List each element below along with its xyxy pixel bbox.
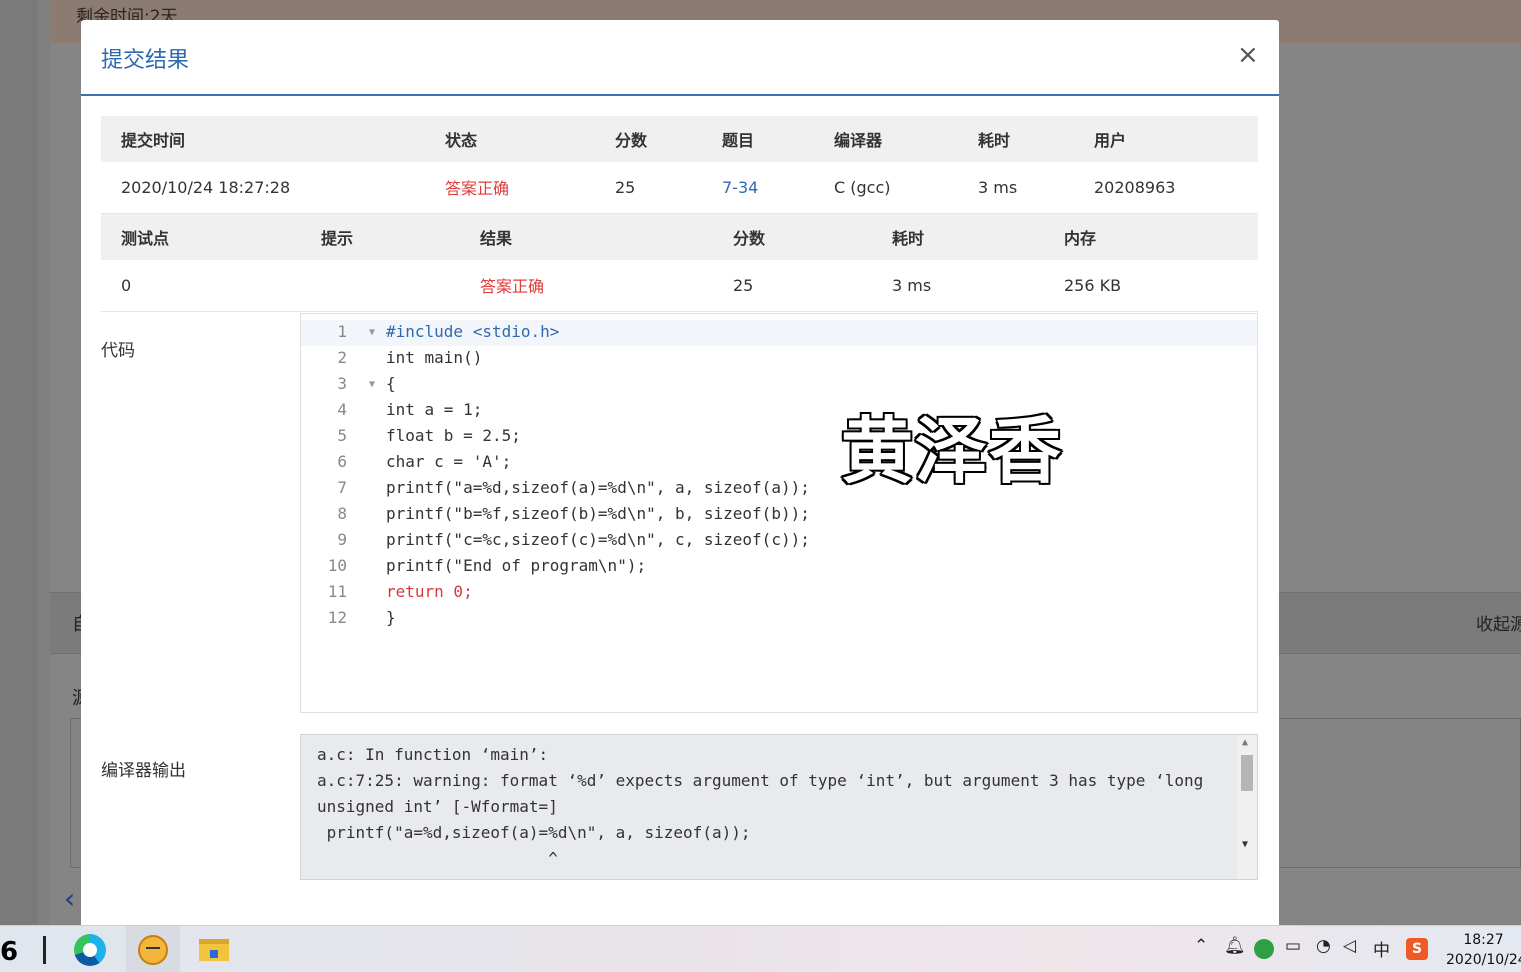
table-row: 2020/10/24 18:27:28 答案正确 25 7-34 C (gcc)… — [101, 162, 1258, 214]
modal-header: 提交结果 × — [81, 20, 1279, 96]
submission-summary-table: 提交时间 状态 分数 题目 编译器 耗时 用户 2020/10/24 18:27… — [101, 116, 1258, 214]
wifi-icon[interactable]: ◔ — [1316, 936, 1331, 956]
header-score: 分数 — [595, 116, 702, 162]
output-scrollbar[interactable]: ▲ ▼ — [1237, 735, 1257, 879]
output-line: a.c:7:25: warning: format ‘%d’ expects a… — [317, 771, 1204, 790]
close-icon[interactable]: × — [1237, 40, 1259, 70]
code-line: float b = 2.5; — [386, 426, 521, 445]
code-line: int a = 1; — [386, 400, 483, 419]
elapsed: 3 ms — [958, 162, 1074, 214]
header-submit-time: 提交时间 — [101, 116, 425, 162]
header-user: 用户 — [1074, 116, 1258, 162]
line-number: 11 — [327, 582, 347, 601]
fold-arrow-icon[interactable]: ▼ — [369, 379, 375, 390]
testpoint-score: 25 — [713, 260, 872, 312]
code-line: return 0; — [386, 582, 473, 601]
collapse-source-link: 收起源 — [1476, 615, 1521, 635]
output-line: unsigned int’ [-Wformat=] — [317, 797, 558, 816]
sogou-ime-icon[interactable]: S — [1406, 938, 1428, 960]
qq-app-icon[interactable] — [126, 926, 180, 972]
header-tp-score: 分数 — [713, 214, 872, 260]
status-text: 答案正确 — [425, 162, 595, 214]
testpoint-id: 0 — [101, 260, 301, 312]
code-line: char c = 'A'; — [386, 452, 512, 471]
line-number: 3 — [337, 374, 347, 393]
scroll-up-icon[interactable]: ▲ — [1242, 737, 1248, 748]
code-line: printf("c=%c,sizeof(c)=%d\n", c, sizeof(… — [386, 530, 810, 549]
code-line: { — [386, 374, 396, 393]
testpoint-header-row: 测试点 提示 结果 分数 耗时 内存 — [101, 214, 1258, 260]
code-line: printf("a=%d,sizeof(a)=%d\n", a, sizeof(… — [386, 478, 810, 497]
modal-title: 提交结果 — [101, 48, 190, 73]
line-number: 5 — [337, 426, 347, 445]
search-icon[interactable]: 6 — [0, 932, 20, 972]
testpoint-memory: 256 KB — [1044, 260, 1258, 312]
header-elapsed: 耗时 — [958, 116, 1074, 162]
volume-icon[interactable]: ◁ — [1343, 936, 1356, 956]
score: 25 — [595, 162, 702, 214]
battery-icon[interactable]: ▭ — [1285, 936, 1301, 956]
code-line: printf("End of program\n"); — [386, 556, 647, 575]
chevron-left-icon: ‹ — [64, 882, 76, 915]
line-number: 1 — [337, 322, 347, 341]
code-line: #include <stdio.h> — [386, 322, 560, 341]
testpoint-time: 3 ms — [872, 260, 1044, 312]
line-number: 4 — [337, 400, 347, 419]
header-problem: 题目 — [702, 116, 814, 162]
line-number: 9 — [337, 530, 347, 549]
input-method-indicator[interactable]: 中 — [1373, 936, 1390, 961]
testpoint-table: 测试点 提示 结果 分数 耗时 内存 0 答案正确 25 3 ms 256 KB — [101, 214, 1258, 312]
bell-icon[interactable]: 🔔︎ — [1224, 936, 1246, 956]
line-number: 8 — [337, 504, 347, 523]
header-compiler: 编译器 — [814, 116, 958, 162]
header-memory: 内存 — [1044, 214, 1258, 260]
problem-link[interactable]: 7-34 — [702, 162, 814, 214]
header-status: 状态 — [425, 116, 595, 162]
testpoint-hint — [301, 260, 460, 312]
compiler: C (gcc) — [814, 162, 958, 214]
clock-time: 18:27 — [1463, 932, 1504, 948]
clock-date: 2020/10/24 — [1446, 952, 1521, 968]
submit-time: 2020/10/24 18:27:28 — [101, 162, 425, 214]
line-number: 12 — [327, 608, 347, 627]
header-testpoint: 测试点 — [101, 214, 301, 260]
compiler-output-box[interactable]: a.c: In function ‘main’: a.c:7:25: warni… — [300, 734, 1258, 880]
taskbar: 6 ⌃ 🔔︎ ▭ ◔ ◁ 中 S 18:27 2020/10/24 — [0, 925, 1521, 972]
table-row: 0 答案正确 25 3 ms 256 KB — [101, 260, 1258, 312]
scrollbar-thumb[interactable] — [1241, 755, 1253, 791]
line-number: 6 — [337, 452, 347, 471]
user-id: 20208963 — [1074, 162, 1258, 214]
summary-header-row: 提交时间 状态 分数 题目 编译器 耗时 用户 — [101, 116, 1258, 162]
line-number: 10 — [327, 556, 347, 575]
file-explorer-icon[interactable] — [194, 930, 234, 970]
code-line: int main() — [386, 348, 483, 367]
header-hint: 提示 — [301, 214, 460, 260]
security-shield-icon[interactable] — [1254, 939, 1274, 959]
background-left-strip — [0, 0, 38, 925]
output-line: printf("a=%d,sizeof(a)=%d\n", a, sizeof(… — [317, 823, 751, 842]
compiler-output-label: 编译器输出 — [101, 761, 186, 781]
submission-result-modal: 提交结果 × 提交时间 状态 分数 题目 编译器 耗时 用户 2020/10/2… — [81, 20, 1279, 925]
output-line: ^ — [317, 849, 558, 868]
line-number: 2 — [337, 348, 347, 367]
code-line: printf("b=%f,sizeof(b)=%d\n", b, sizeof(… — [386, 504, 810, 523]
scroll-down-icon[interactable]: ▼ — [1242, 839, 1248, 850]
chevron-up-icon[interactable]: ⌃ — [1194, 936, 1208, 956]
line-number: 7 — [337, 478, 347, 497]
header-result: 结果 — [460, 214, 713, 260]
output-line: a.c: In function ‘main’: — [317, 745, 549, 764]
name-watermark: 黄泽香 — [839, 408, 1064, 495]
testpoint-result: 答案正确 — [460, 260, 713, 312]
code-line: } — [386, 608, 396, 627]
code-editor[interactable]: 1 2 3 4 5 6 7 8 9 10 11 12 ▼ ▼ #include … — [300, 313, 1258, 713]
task-view-separator — [40, 930, 48, 970]
system-clock[interactable]: 18:27 2020/10/24 — [1446, 930, 1521, 970]
header-tp-time: 耗时 — [872, 214, 1044, 260]
edge-browser-icon[interactable] — [70, 930, 110, 970]
code-label: 代码 — [101, 341, 135, 361]
fold-arrow-icon[interactable]: ▼ — [369, 327, 375, 338]
